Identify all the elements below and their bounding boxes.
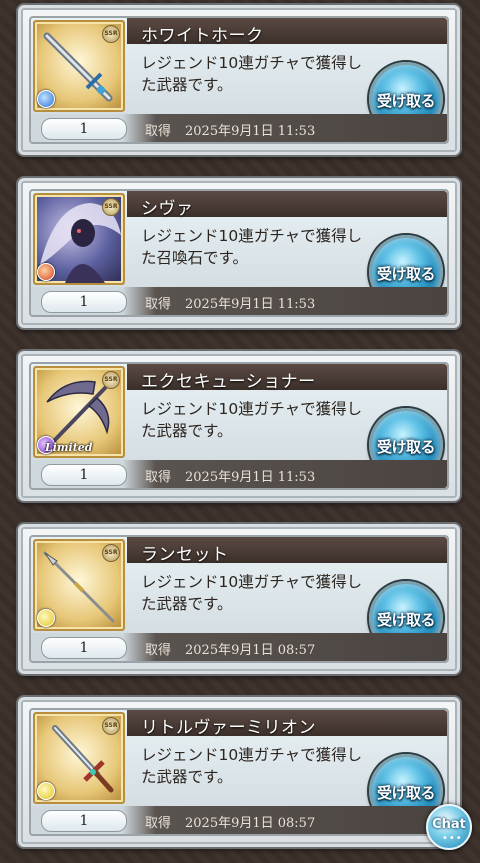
obtained-date: 2025年9月1日 08:57 <box>185 816 316 831</box>
obtained-label: 取得 <box>145 816 172 831</box>
ssr-badge: SSR <box>102 544 120 562</box>
item-description: レジェンド10連ガチャで獲得した武器です。 <box>141 746 363 786</box>
item-name: シヴァ <box>141 199 194 219</box>
fire-element-icon <box>37 263 55 281</box>
present-item: SSR ランセット レジェンド10連ガチャで獲得した武器です。 受け取る 1 取… <box>18 524 460 674</box>
item-footer: 1 取得 2025年9月1日 11:53 <box>31 287 447 315</box>
obtained-label: 取得 <box>145 643 172 658</box>
item-thumbnail[interactable]: SSR <box>33 193 125 285</box>
item-title-bar: ランセット <box>127 537 447 565</box>
light-element-icon <box>37 609 55 627</box>
present-item: SSR シヴァ レジェンド10連ガチャで獲得した召喚石です。 受け取る 1 取得… <box>18 178 460 328</box>
item-description: レジェンド10連ガチャで獲得した武器です。 <box>141 54 363 94</box>
item-quantity: 1 <box>41 464 127 486</box>
present-item: SSR Limited エクセキューショナー レジェンド10連ガチャで獲得した武… <box>18 351 460 501</box>
obtained-date: 2025年9月1日 08:57 <box>185 643 316 658</box>
obtained-label: 取得 <box>145 297 172 312</box>
limited-badge: Limited <box>45 441 93 454</box>
item-footer: 1 取得 2025年9月1日 11:53 <box>31 460 447 488</box>
present-item-panel: SSR シヴァ レジェンド10連ガチャで獲得した召喚石です。 受け取る 1 取得… <box>29 189 449 317</box>
item-title-bar: リトルヴァーミリオン <box>127 710 447 738</box>
obtained-label: 取得 <box>145 470 172 485</box>
ssr-badge: SSR <box>102 371 120 389</box>
obtained-label: 取得 <box>145 124 172 139</box>
receive-button-label: 受け取る <box>376 784 436 802</box>
receive-button-label: 受け取る <box>376 611 436 629</box>
item-footer: 1 取得 2025年9月1日 08:57 <box>31 633 447 661</box>
item-thumbnail[interactable]: SSR Limited <box>33 366 125 458</box>
item-thumbnail[interactable]: SSR <box>33 539 125 631</box>
item-thumbnail[interactable]: SSR <box>33 712 125 804</box>
chat-dots-icon: ••• <box>442 833 463 844</box>
ssr-badge: SSR <box>102 198 120 216</box>
present-item-panel: SSR ランセット レジェンド10連ガチャで獲得した武器です。 受け取る 1 取… <box>29 535 449 663</box>
ssr-badge: SSR <box>102 25 120 43</box>
present-item-panel: SSR ホワイトホーク レジェンド10連ガチャで獲得した武器です。 受け取る 1… <box>29 16 449 144</box>
item-quantity: 1 <box>41 810 127 832</box>
item-quantity: 1 <box>41 291 127 313</box>
present-item-panel: SSR リトルヴァーミリオン レジェンド10連ガチャで獲得した武器です。 受け取… <box>29 708 449 836</box>
present-item: SSR リトルヴァーミリオン レジェンド10連ガチャで獲得した武器です。 受け取… <box>18 697 460 847</box>
present-item-panel: SSR Limited エクセキューショナー レジェンド10連ガチャで獲得した武… <box>29 362 449 490</box>
item-name: ランセット <box>141 545 229 565</box>
item-quantity: 1 <box>41 637 127 659</box>
item-description: レジェンド10連ガチャで獲得した武器です。 <box>141 573 363 613</box>
receive-button-label: 受け取る <box>376 92 436 110</box>
item-description: レジェンド10連ガチャで獲得した武器です。 <box>141 400 363 440</box>
ssr-badge: SSR <box>102 717 120 735</box>
obtained-date: 2025年9月1日 11:53 <box>185 124 316 139</box>
item-quantity: 1 <box>41 118 127 140</box>
chat-button[interactable]: Chat ••• <box>426 804 472 850</box>
item-name: ホワイトホーク <box>141 26 264 46</box>
item-footer: 1 取得 2025年9月1日 08:57 <box>31 806 447 834</box>
item-title-bar: ホワイトホーク <box>127 18 447 46</box>
water-element-icon <box>37 90 55 108</box>
item-name: リトルヴァーミリオン <box>141 718 316 738</box>
item-title-bar: エクセキューショナー <box>127 364 447 392</box>
obtained-date: 2025年9月1日 11:53 <box>185 297 316 312</box>
obtained-date: 2025年9月1日 11:53 <box>185 470 316 485</box>
item-thumbnail[interactable]: SSR <box>33 20 125 112</box>
item-name: エクセキューショナー <box>141 372 316 392</box>
item-title-bar: シヴァ <box>127 191 447 219</box>
light-element-icon <box>37 782 55 800</box>
item-description: レジェンド10連ガチャで獲得した召喚石です。 <box>141 227 363 267</box>
chat-button-label: Chat <box>432 817 466 832</box>
receive-button-label: 受け取る <box>376 265 436 283</box>
present-item: SSR ホワイトホーク レジェンド10連ガチャで獲得した武器です。 受け取る 1… <box>18 5 460 155</box>
item-footer: 1 取得 2025年9月1日 11:53 <box>31 114 447 142</box>
receive-button-label: 受け取る <box>376 438 436 456</box>
